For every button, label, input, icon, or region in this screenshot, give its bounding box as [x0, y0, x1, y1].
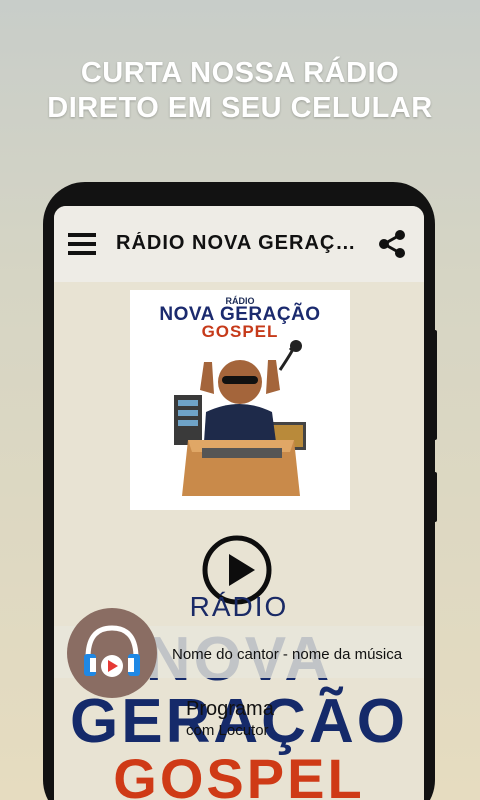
- now-playing-text: Nome do cantor - nome da música: [172, 646, 403, 663]
- app-title: RÁDIO NOVA GERAÇÃO GOSPEL: [116, 232, 361, 254]
- program-title: Programa: [186, 698, 274, 720]
- promo-headline-line-2: DIRETO EM SEU CELULAR: [47, 92, 433, 124]
- hamburger-menu-icon[interactable]: [68, 233, 96, 255]
- station-cover-art: RÁDIO NOVA GERAÇÃO GOSPEL: [130, 290, 350, 510]
- app-screen: RÁDIO NOVA GERAÇÃO GOSPEL RÁDIO NOVA GER…: [54, 206, 424, 800]
- promo-headline-line-1: CURTA NOSSA RÁDIO: [80, 57, 400, 89]
- program-host: com Locutor: [186, 722, 269, 739]
- app-bar: RÁDIO NOVA GERAÇÃO GOSPEL: [54, 206, 424, 282]
- brand-line-3: GOSPEL: [113, 747, 365, 800]
- phone-power-button: [432, 472, 437, 522]
- dj-illustration: [174, 340, 306, 496]
- phone-volume-button: [432, 330, 437, 440]
- program-avatar: [67, 608, 157, 698]
- headphones-icon: [84, 625, 140, 677]
- share-icon[interactable]: [376, 228, 408, 260]
